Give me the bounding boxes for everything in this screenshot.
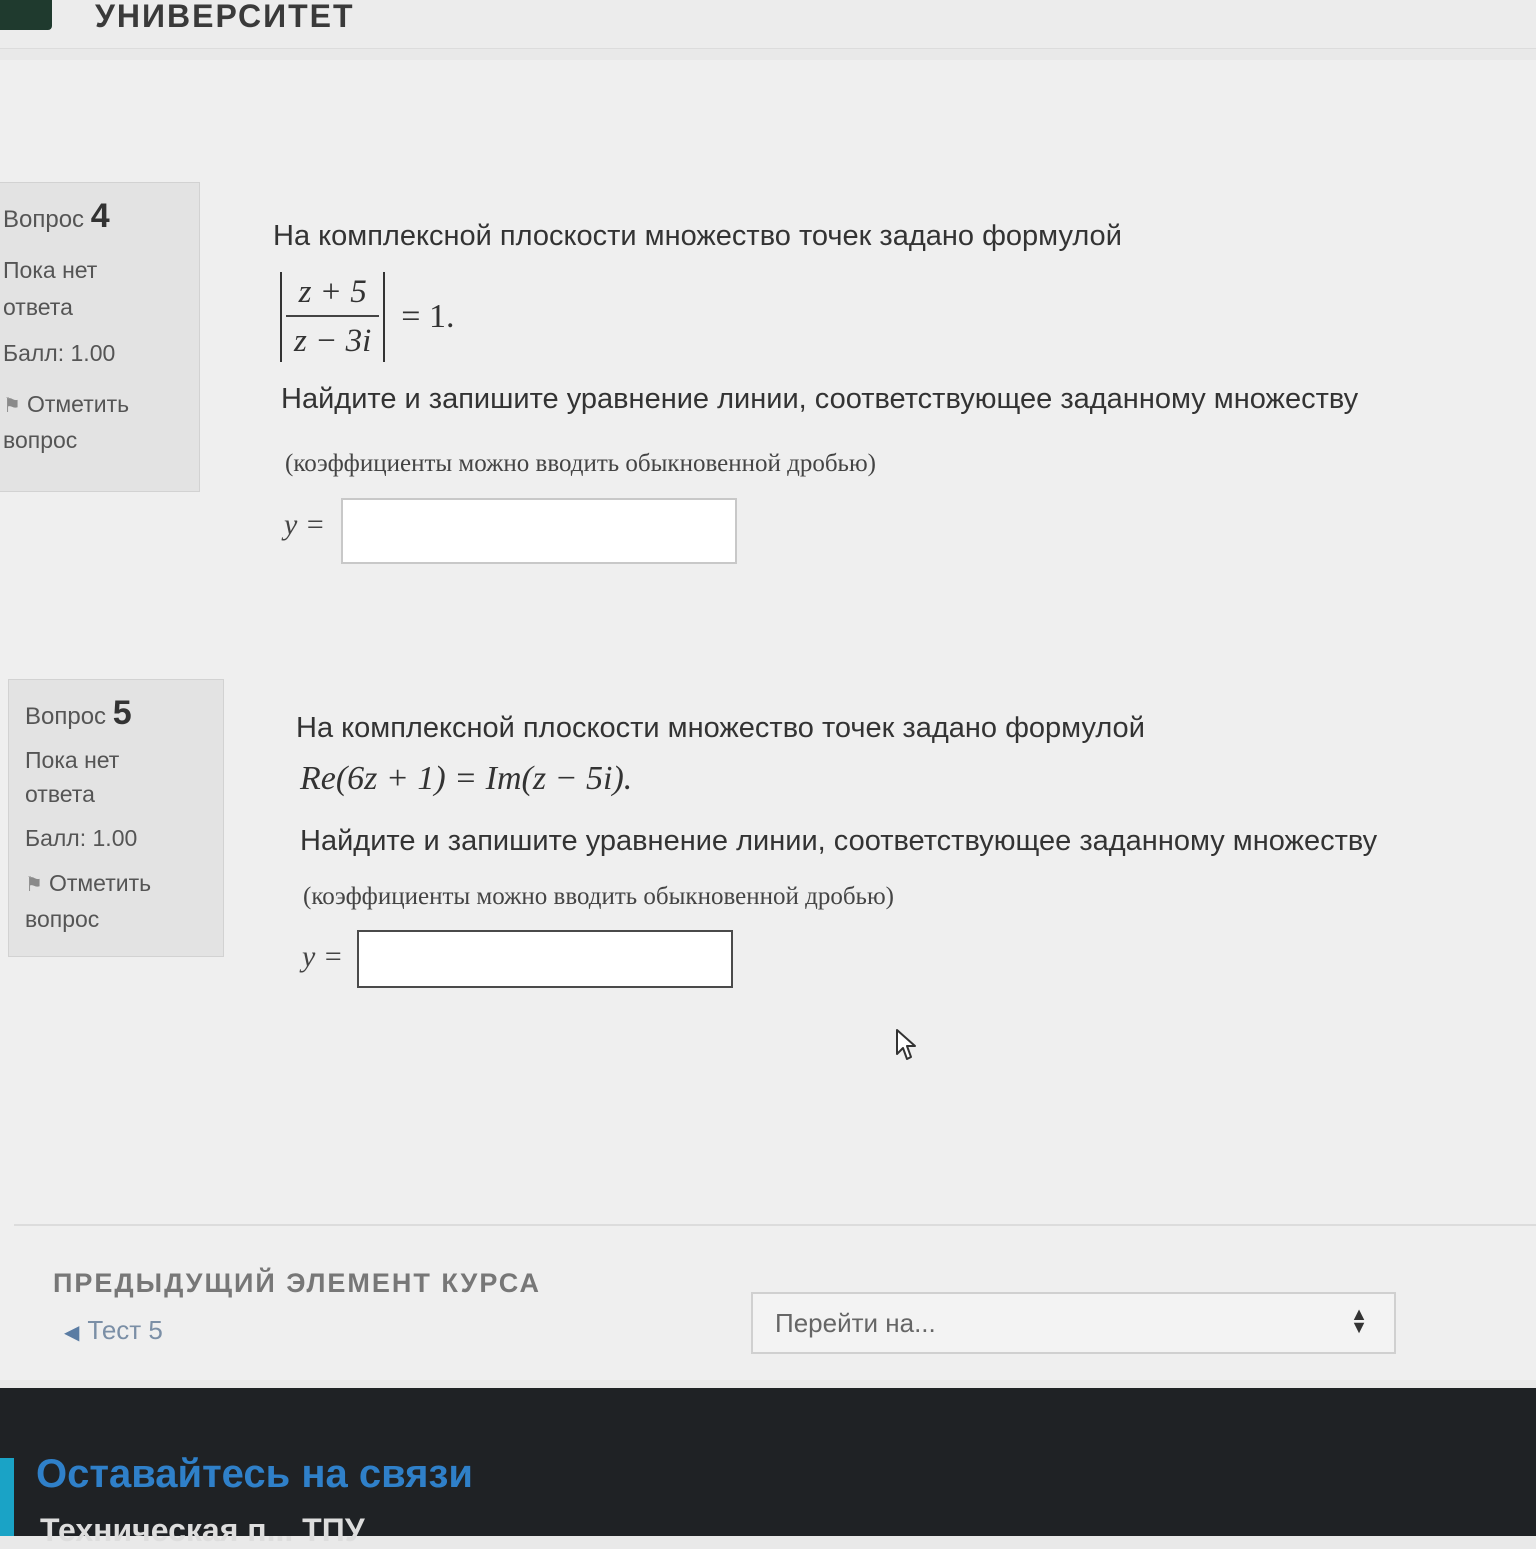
question-grade: Балл: 1.00 bbox=[25, 825, 138, 851]
question-hint: (коэффициенты можно вводить обыкновенной… bbox=[285, 450, 876, 477]
jump-to-select[interactable]: Перейти на... ▲ ▼ bbox=[751, 1292, 1396, 1354]
site-title[interactable]: УНИВЕРСИТЕТ bbox=[95, 0, 355, 35]
answer-input[interactable] bbox=[341, 498, 737, 564]
question-task: Найдите и запишите уравнение линии, соот… bbox=[281, 383, 1359, 415]
updown-icon: ▲ ▼ bbox=[1350, 1304, 1368, 1337]
formula-denominator: z − 3i bbox=[294, 323, 372, 359]
prev-activity-heading: ПРЕДЫДУЩИЙ ЭЛЕМЕНТ КУРСА bbox=[53, 1268, 542, 1298]
question-info-4: Вопрос 4 Пока нет ответа Балл: 1.00 ⚑ Отм… bbox=[0, 182, 200, 492]
footer-title: Оставайтесь на связи bbox=[36, 1452, 473, 1496]
question-task: Найдите и запишите уравнение линии, соот… bbox=[300, 825, 1378, 857]
answer-label: y = bbox=[284, 508, 326, 541]
question-state: Пока нет ответа bbox=[3, 257, 98, 320]
question-number: Вопрос 4 bbox=[3, 197, 110, 235]
footer-subtitle[interactable]: Техническая п... ТПУ bbox=[40, 1512, 365, 1549]
flag-question-link[interactable]: ⚑ Отметить вопрос bbox=[3, 387, 191, 457]
site-header: УНИВЕРСИТЕТ bbox=[0, 0, 1536, 49]
question-grade: Балл: 1.00 bbox=[3, 340, 116, 366]
triangle-left-icon: ◀ bbox=[64, 1322, 80, 1344]
question-text: На комплексной плоскости множество точек… bbox=[273, 220, 1122, 252]
divider bbox=[14, 1224, 1536, 1226]
answer-label: y = bbox=[302, 940, 344, 973]
question-hint: (коэффициенты можно вводить обыкновенной… bbox=[303, 883, 894, 910]
formula-rhs: = 1. bbox=[401, 298, 455, 335]
flag-icon: ⚑ bbox=[3, 395, 21, 417]
flag-icon: ⚑ bbox=[25, 874, 43, 896]
question-number: Вопрос 5 bbox=[25, 694, 132, 732]
question-info-5: Вопрос 5 Пока нет ответа Балл: 1.00 ⚑ Отм… bbox=[8, 679, 224, 957]
flag-question-link[interactable]: ⚑ Отметить вопрос bbox=[25, 866, 207, 936]
answer-input[interactable] bbox=[357, 930, 733, 988]
university-logo[interactable] bbox=[0, 0, 52, 30]
formula-abs: z + 5 z − 3i bbox=[280, 272, 386, 362]
question-formula: z + 5 z − 3i = 1. bbox=[280, 272, 454, 362]
mouse-cursor-icon bbox=[896, 1029, 916, 1060]
question-formula: Re(6z + 1) = Im(z − 5i). bbox=[300, 760, 633, 797]
question-text: На комплексной плоскости множество точек… bbox=[296, 712, 1145, 744]
formula-numerator: z + 5 bbox=[286, 274, 380, 317]
footer-accent bbox=[0, 1458, 14, 1536]
prev-activity-link[interactable]: ◀ Тест 5 bbox=[64, 1315, 163, 1346]
question-state: Пока нет ответа bbox=[25, 747, 120, 807]
